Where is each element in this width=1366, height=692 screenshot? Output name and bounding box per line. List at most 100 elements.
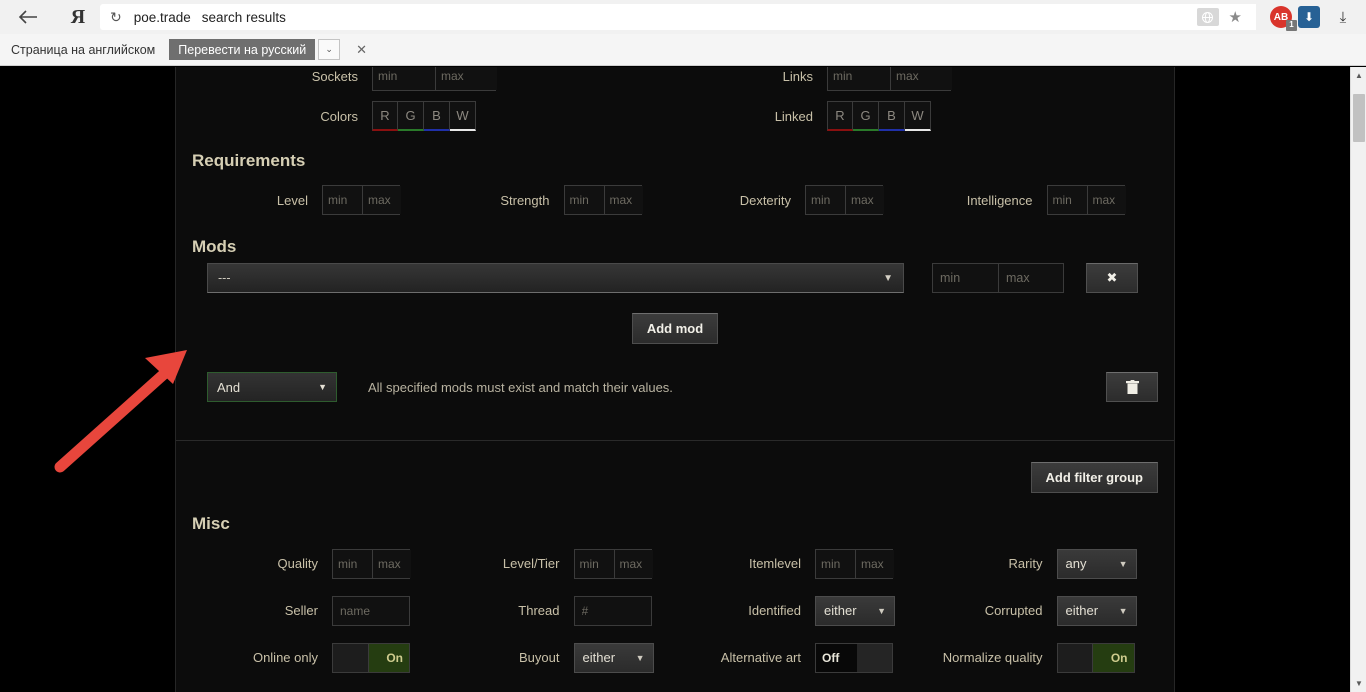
misc-heading: Misc [192,514,230,533]
requirement-level-minmax[interactable] [322,185,401,215]
url-domain: poe.trade [133,9,191,25]
color-button-g[interactable]: G [398,101,424,131]
remove-mod-button[interactable]: ✖ [1086,263,1138,293]
misc-quality-minmax[interactable] [332,548,411,579]
chevron-down-icon: ▼ [635,652,645,663]
bookmark-star-icon[interactable]: ★ [1229,8,1242,26]
requirement-intelligence-minmax[interactable] [1046,185,1126,215]
requirement-dexterity-field: Dexterity [675,185,917,215]
misc-corrupted-select[interactable]: either ▼ [1056,595,1137,626]
translate-close-icon[interactable]: ✕ [356,42,367,58]
mod-match-select[interactable]: And ▼ [207,372,337,402]
misc-row: Quality Level/Tier Itemlevel [192,540,1158,587]
mod-min-input[interactable] [933,264,998,292]
misc-alternative-art-value: Off [816,643,857,672]
misc-row: Online only On Buyout either ▼ Alternati… [192,634,1158,681]
color-button-r[interactable]: R [372,101,398,131]
translate-button[interactable]: Перевести на русский [169,39,316,60]
colors-rgbw-group: R G B W [372,101,476,131]
sockets-max-input[interactable] [435,67,497,90]
browser-toolbar: Я ↻ poe.trade search results ★ AB 1 ⬇ ⤓ [0,0,1366,34]
omnibox-tail-decoration [1243,4,1256,30]
scrollbar-thumb[interactable] [1353,94,1365,142]
sockets-section: Sockets Links Colors [176,67,1174,139]
misc-online-only-value: On [367,643,409,672]
add-filter-group-button[interactable]: Add filter group [1030,462,1158,493]
requirement-dexterity-max-input[interactable] [845,186,884,214]
add-filter-group-row: Add filter group [176,441,1174,493]
misc-normalize-quality-toggle[interactable]: On [1056,642,1135,673]
requirement-strength-minmax[interactable] [563,185,643,215]
requirement-dexterity-min-input[interactable] [806,186,845,214]
misc-leveltier-field: Level/Tier [434,548,676,579]
linked-button-r[interactable]: R [827,101,853,131]
page-scrollbar[interactable]: ▲ ▼ [1350,67,1366,692]
chevron-down-icon: ▼ [1118,558,1128,569]
misc-thread-label: Thread [518,603,560,618]
links-minmax[interactable] [827,67,952,91]
linked-button-w[interactable]: W [905,101,931,131]
requirement-intelligence-max-input[interactable] [1086,186,1126,214]
downloads-tray-icon[interactable]: ⤓ [1326,0,1360,34]
address-bar[interactable]: ↻ poe.trade search results ★ [100,4,1256,30]
annotation-arrow-icon [54,350,187,473]
requirement-dexterity-label: Dexterity [739,192,791,208]
links-field: Links [697,67,1117,91]
url-page-title: search results [201,9,286,25]
misc-itemlevel-minmax[interactable] [815,548,894,579]
adblock-icon[interactable]: AB 1 [1270,6,1297,31]
misc-leveltier-minmax[interactable] [573,548,653,579]
misc-normalize-quality-value: On [1092,643,1134,672]
adblock-badge-count: 1 [1286,20,1297,31]
requirement-intelligence-min-input[interactable] [1047,186,1087,214]
sockets-min-input[interactable] [373,67,435,90]
linked-button-b[interactable]: B [879,101,905,131]
misc-quality-max-input[interactable] [372,549,411,578]
globe-icon[interactable] [1196,8,1219,26]
misc-rarity-select[interactable]: any ▼ [1056,548,1137,579]
delete-filter-group-button[interactable] [1106,372,1158,402]
translate-options-chevron-down-icon[interactable]: ⌄ [318,39,341,60]
misc-buyout-value: either [582,650,616,665]
mod-max-input[interactable] [998,264,1063,292]
misc-seller-label: Seller [284,603,318,618]
misc-corrupted-label: Corrupted [984,603,1043,618]
links-max-input[interactable] [890,67,952,90]
reload-icon[interactable]: ↻ [110,9,122,26]
requirements-section: Level Strength Dexterity [176,177,1174,223]
misc-seller-field: Seller [192,595,434,626]
misc-online-only-toggle[interactable]: On [332,642,410,673]
sockets-minmax[interactable] [372,67,497,91]
requirement-strength-max-input[interactable] [603,186,643,214]
misc-leveltier-min-input[interactable] [574,549,614,578]
scroll-down-arrow-icon[interactable]: ▼ [1351,675,1366,692]
misc-quality-min-input[interactable] [333,549,372,578]
misc-itemlevel-field: Itemlevel [675,548,917,579]
misc-identified-select[interactable]: either ▼ [815,595,895,626]
misc-leveltier-max-input[interactable] [613,549,653,578]
misc-buyout-select[interactable]: either ▼ [573,642,654,673]
requirement-level-max-input[interactable] [362,186,401,214]
mod-select[interactable]: --- ▼ [207,263,904,293]
color-button-w[interactable]: W [450,101,476,131]
requirement-strength-min-input[interactable] [564,186,604,214]
misc-identified-label: Identified [748,603,801,618]
add-mod-button[interactable]: Add mod [631,313,719,344]
scroll-up-arrow-icon[interactable]: ▲ [1351,67,1366,84]
misc-seller-input[interactable] [332,595,410,626]
misc-thread-input[interactable] [573,595,652,626]
color-button-b[interactable]: B [424,101,450,131]
back-button[interactable] [0,0,56,34]
misc-itemlevel-max-input[interactable] [855,549,894,578]
misc-itemlevel-min-input[interactable] [816,549,855,578]
requirement-dexterity-minmax[interactable] [805,185,884,215]
misc-rarity-label: Rarity [1008,556,1043,571]
toggle-left-half [1057,643,1092,672]
requirement-level-min-input[interactable] [323,186,362,214]
links-min-input[interactable] [828,67,890,90]
misc-alternative-art-toggle[interactable]: Off [815,642,893,673]
linked-button-g[interactable]: G [853,101,879,131]
mod-minmax[interactable] [932,263,1064,293]
extensions-area: AB 1 ⬇ ⤓ [1243,0,1366,34]
download-extension-icon[interactable]: ⬇ [1298,6,1320,28]
